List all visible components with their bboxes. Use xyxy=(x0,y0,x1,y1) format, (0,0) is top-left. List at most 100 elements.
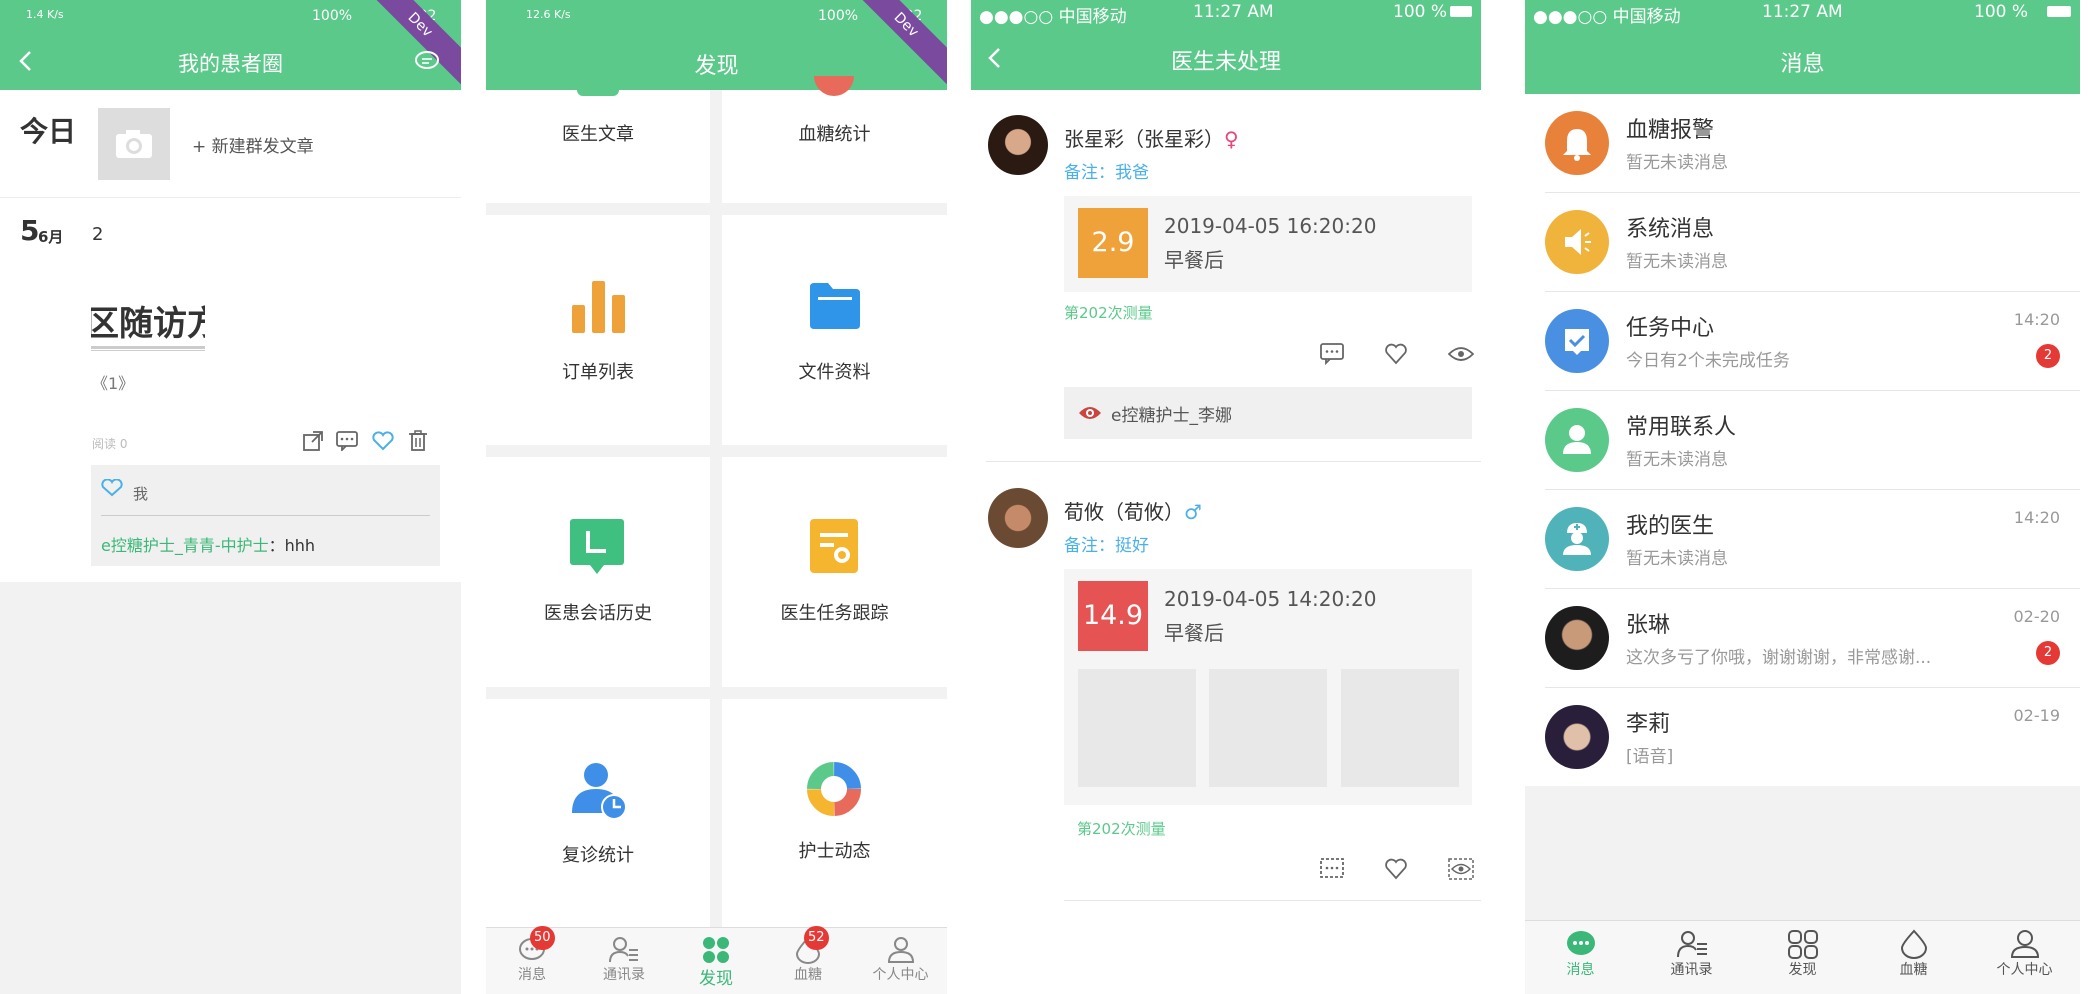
list-item[interactable]: 我的医生 暂无未读消息 14:20 xyxy=(1525,490,2080,589)
list-item[interactable]: 系统消息 暂无未读消息 xyxy=(1525,193,2080,292)
heart-icon[interactable] xyxy=(371,431,395,451)
net-speed: 12.6 K/s xyxy=(526,8,571,21)
gender-icon: ♂ xyxy=(1184,500,1202,524)
reading-card[interactable]: 2.9 2019-04-05 16:20:20 早餐后 xyxy=(1064,196,1472,292)
tab-messages[interactable]: 消息 xyxy=(1525,929,1636,979)
moments-feed: 今日 + 新建群发文章 5 6月 2 区随访方 《1》 阅读 0 我 e控糖护士… xyxy=(0,90,461,582)
eye-icon[interactable] xyxy=(1448,345,1474,363)
patient-note: 备注：我爸 xyxy=(1064,163,1149,183)
tile-task-tracking[interactable]: 医生任务跟踪 xyxy=(722,457,947,687)
interaction-box: 我 e控糖护士_青青-中护士：hhh xyxy=(91,465,440,566)
doctor-unhandled-screen: ●●●○○ 中国移动 11:27 AM 100 % 医生未处理 张星彩（张星彩）… xyxy=(971,0,1481,994)
heart-icon[interactable] xyxy=(1384,343,1408,365)
avatar[interactable] xyxy=(988,488,1048,548)
task-icon xyxy=(1545,309,1609,373)
reading-time: 2019-04-05 14:20:20 xyxy=(1164,587,1377,611)
tab-profile[interactable]: 个人中心 xyxy=(1969,929,2080,979)
tab-discover[interactable]: 发现 xyxy=(1747,929,1858,979)
date-month: 6月 xyxy=(38,228,64,246)
list-item[interactable]: 常用联系人 暂无未读消息 xyxy=(1525,391,2080,490)
comment-sep: ： xyxy=(268,536,285,555)
tab-discover[interactable]: 发现 xyxy=(670,936,762,989)
avatar xyxy=(1545,705,1609,769)
comment-icon[interactable] xyxy=(336,431,358,451)
reading-card[interactable]: 14.9 2019-04-05 14:20:20 早餐后 xyxy=(1064,569,1472,805)
speaker-icon xyxy=(1545,210,1609,274)
unread-badge: 2 xyxy=(2036,641,2060,665)
article-thumb[interactable]: 区随访方 xyxy=(91,296,205,356)
photo-thumb[interactable] xyxy=(1209,669,1327,787)
list-item[interactable]: 任务中心 今日有2个未完成任务 14:20 2 xyxy=(1525,292,2080,391)
article-title: 区随访方 xyxy=(91,304,205,344)
eye-icon[interactable] xyxy=(1448,858,1474,880)
row-title: 血糖报警 xyxy=(1626,118,1715,143)
tile-label: 医生文章 xyxy=(562,124,634,145)
tile-label: 复诊统计 xyxy=(562,845,634,866)
tab-contacts[interactable]: 通讯录 xyxy=(578,936,670,984)
tab-label: 个人中心 xyxy=(872,967,929,983)
heart-icon[interactable] xyxy=(1384,858,1408,880)
unread-badge: 2 xyxy=(2036,344,2060,368)
liker-name[interactable]: 我 xyxy=(133,483,148,504)
tile-glucose-stat[interactable]: 血糖统计 xyxy=(722,76,947,203)
tab-glucose[interactable]: 血糖 52 xyxy=(762,926,854,984)
row-subtitle: [语音] xyxy=(1626,747,1674,767)
photo-thumb[interactable] xyxy=(1341,669,1459,787)
folder-icon xyxy=(810,283,860,329)
trash-icon[interactable] xyxy=(408,430,428,452)
patient-name[interactable]: 张星彩（张星彩）♀ xyxy=(1064,123,1239,152)
messages-screen: ●●●○○ 中国移动 11:27 AM 100 % 消息 血糖报警 暂无未读消息… xyxy=(1525,0,2080,994)
row-title: 张琳 xyxy=(1626,613,1671,638)
name-text: 荀攸（荀攸） xyxy=(1064,500,1184,524)
share-icon[interactable] xyxy=(302,430,324,452)
viewer-name[interactable]: e控糖护士_李娜 xyxy=(1111,401,1232,426)
row-title: 李莉 xyxy=(1626,712,1671,737)
profile-tab-icon xyxy=(2010,930,2039,958)
post-card: 荀攸（荀攸）♂ 备注：挺好 14.9 2019-04-05 14:20:20 早… xyxy=(971,462,1481,902)
meal-label: 早餐后 xyxy=(1164,248,1224,272)
tab-glucose[interactable]: 血糖 xyxy=(1858,929,1969,979)
tab-label: 血糖 xyxy=(1899,962,1928,978)
tile-chat-history[interactable]: 医患会话历史 xyxy=(486,457,710,687)
list-item[interactable]: 李莉 [语音] 02-19 xyxy=(1525,688,2080,787)
photo-thumb[interactable] xyxy=(1078,669,1196,787)
message-list: 血糖报警 暂无未读消息 系统消息 暂无未读消息 任务中心 今日有2个未完成任务 … xyxy=(1525,94,2080,786)
tab-label: 发现 xyxy=(699,969,733,989)
tile-doctor-article[interactable]: 医生文章 xyxy=(486,82,710,203)
tab-label: 发现 xyxy=(1788,962,1817,978)
message-icon[interactable] xyxy=(414,50,440,72)
tile-revisit[interactable]: 复诊统计 xyxy=(486,699,710,927)
tile-nurse-feed[interactable]: 护士动态 xyxy=(722,699,947,927)
discover-screen: 12.6 K/s 100% 15:22 Dev 发现 医生文章 血糖统计 订单列… xyxy=(486,0,947,994)
box-divider xyxy=(101,515,430,516)
clock: 11:27 AM xyxy=(1762,2,1843,22)
list-item[interactable]: 张琳 这次多亏了你哦，谢谢谢谢，非常感谢... 02-20 2 xyxy=(1525,589,2080,688)
tab-messages[interactable]: 消息 50 xyxy=(486,926,578,984)
revisit-icon xyxy=(572,763,627,820)
tile-label: 医患会话历史 xyxy=(544,603,652,624)
camera-tile[interactable] xyxy=(98,108,170,180)
list-item[interactable]: 血糖报警 暂无未读消息 xyxy=(1525,94,2080,193)
glucose-tab-icon xyxy=(1900,929,1927,959)
comment-text: hhh xyxy=(284,536,316,555)
tile-label: 文件资料 xyxy=(798,362,871,383)
contacts-tab-icon xyxy=(609,937,638,963)
measure-count: 第202次测量 xyxy=(1064,304,1153,322)
comment-icon[interactable] xyxy=(1320,858,1344,880)
tab-profile[interactable]: 个人中心 xyxy=(854,936,947,984)
row-subtitle: 今日有2个未完成任务 xyxy=(1626,351,1790,371)
comment-icon[interactable] xyxy=(1320,343,1344,365)
chat-history-icon xyxy=(570,519,624,574)
tile-order-list[interactable]: 订单列表 xyxy=(486,215,710,445)
header-bar: 12.6 K/s 100% 15:22 Dev 发现 xyxy=(486,0,947,90)
divider xyxy=(1064,900,1481,901)
avatar[interactable] xyxy=(988,115,1048,175)
comment-user[interactable]: e控糖护士_青青-中护士 xyxy=(101,536,269,555)
new-article-link[interactable]: + 新建群发文章 xyxy=(192,132,314,157)
tile-files[interactable]: 文件资料 xyxy=(722,215,947,445)
tab-contacts[interactable]: 通讯录 xyxy=(1636,929,1747,979)
patient-name[interactable]: 荀攸（荀攸）♂ xyxy=(1064,496,1202,525)
article-icon xyxy=(577,82,619,96)
row-subtitle: 暂无未读消息 xyxy=(1626,450,1728,470)
post-card: 张星彩（张星彩）♀ 备注：我爸 2.9 2019-04-05 16:20:20 … xyxy=(971,90,1481,462)
